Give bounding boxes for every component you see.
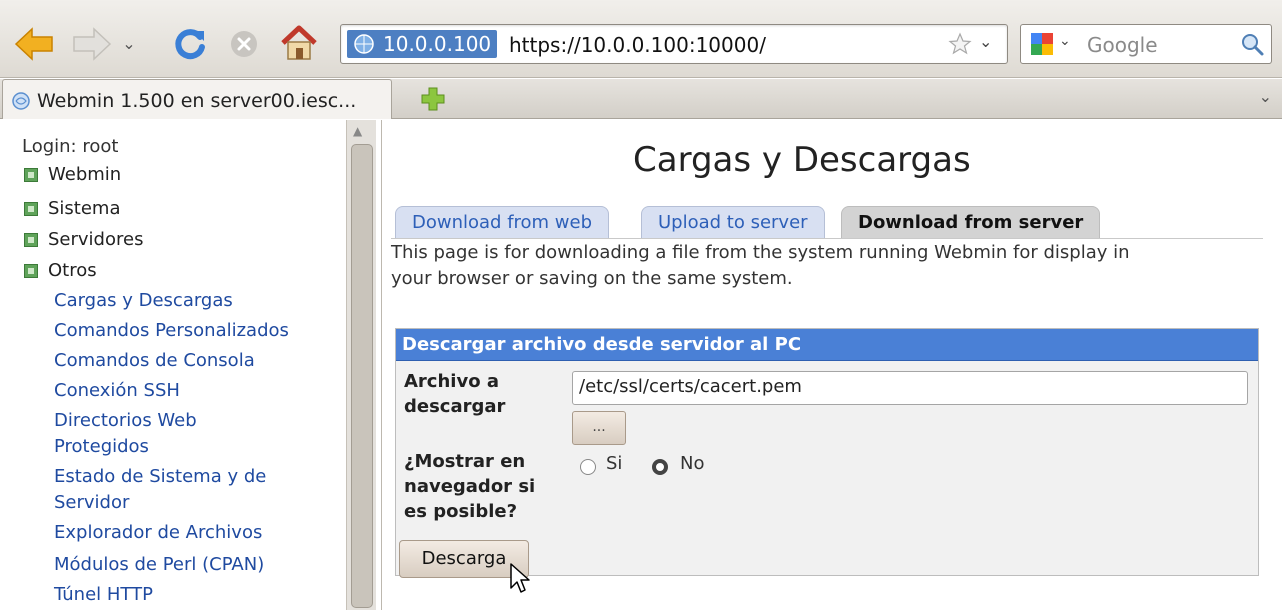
stop-icon: [231, 31, 257, 57]
category-webmin[interactable]: Webmin: [24, 164, 121, 185]
new-tab-icon[interactable]: [420, 86, 446, 112]
module-estado-sistema-cont[interactable]: Servidor: [54, 490, 129, 516]
module-cargas-descargas[interactable]: Cargas y Descargas: [54, 288, 233, 314]
radio-si-label[interactable]: Si: [606, 453, 622, 474]
category-otros[interactable]: Otros: [24, 260, 97, 281]
address-bar[interactable]: 10.0.0.100 https://10.0.0.100:10000/ ⌄: [340, 24, 1008, 64]
file-path-input[interactable]: /etc/ssl/certs/cacert.pem: [572, 371, 1248, 405]
search-bar[interactable]: ⌄ Google: [1020, 24, 1272, 64]
tab-upload-to-server[interactable]: Upload to server: [641, 206, 825, 238]
radio-no[interactable]: [652, 459, 668, 475]
module-comandos-consola[interactable]: Comandos de Consola: [54, 348, 255, 374]
category-expand-icon: [24, 167, 38, 182]
label-line: descargar: [404, 396, 506, 417]
label-line: Archivo a: [404, 371, 499, 392]
back-button[interactable]: [14, 24, 54, 64]
forward-arrow-icon: [73, 27, 112, 61]
browser-tab-title: Webmin 1.500 en server00.iesc...: [37, 90, 357, 112]
site-identity-badge[interactable]: 10.0.0.100: [347, 30, 498, 58]
mouse-cursor-icon: [510, 563, 530, 593]
tab-list-icon[interactable]: ⌄: [1259, 87, 1272, 106]
module-directorios-web[interactable]: Directorios Web: [54, 408, 197, 434]
history-dropdown-button[interactable]: ⌄: [118, 30, 140, 56]
label-line: navegador si: [404, 476, 536, 497]
login-label: Login: root: [22, 136, 119, 157]
radio-si[interactable]: [580, 459, 596, 475]
site-identity-text: 10.0.0.100: [383, 32, 492, 56]
category-expand-icon: [24, 201, 38, 216]
page-description: This page is for downloading a file from…: [391, 240, 1259, 292]
reload-icon: [175, 29, 205, 60]
browse-file-button[interactable]: ...: [572, 411, 626, 445]
google-engine-icon[interactable]: [1029, 31, 1055, 57]
engine-dropdown-icon[interactable]: ⌄: [1059, 33, 1071, 49]
description-line: This page is for downloading a file from…: [391, 242, 1130, 263]
description-line: your browser or saving on the same syste…: [391, 268, 793, 289]
reload-button[interactable]: [172, 26, 208, 62]
download-form: Descargar archivo desde servidor al PC A…: [395, 328, 1259, 576]
form-header: Descargar archivo desde servidor al PC: [396, 329, 1258, 361]
left-scrollbar[interactable]: ▲: [346, 120, 376, 610]
scroll-up-icon[interactable]: ▲: [353, 124, 362, 138]
globe-icon: [354, 34, 374, 54]
category-collapse-icon: [24, 263, 38, 278]
forward-button[interactable]: [72, 24, 112, 64]
tab-download-from-server[interactable]: Download from server: [841, 206, 1101, 238]
module-comandos-personalizados[interactable]: Comandos Personalizados: [54, 318, 289, 344]
module-explorador-archivos[interactable]: Explorador de Archivos: [54, 520, 262, 546]
module-estado-sistema[interactable]: Estado de Sistema y de: [54, 464, 266, 490]
show-in-browser-label: ¿Mostrar en navegador si es posible?: [404, 449, 535, 524]
category-label: Servidores: [48, 229, 144, 250]
webmin-favicon-icon: [12, 92, 30, 110]
back-arrow-icon: [14, 27, 53, 61]
tab-divider: [391, 238, 1263, 239]
bookmark-star-icon[interactable]: [947, 31, 973, 57]
url-text[interactable]: https://10.0.0.100:10000/: [509, 33, 766, 57]
home-button[interactable]: [278, 22, 320, 64]
left-menu-frame: Login: root Webmin Sistema Servidores Ot…: [0, 120, 382, 610]
module-conexion-ssh[interactable]: Conexión SSH: [54, 378, 180, 404]
url-dropdown-icon[interactable]: ⌄: [979, 32, 992, 51]
stop-button[interactable]: [226, 26, 262, 62]
module-perl-cpan[interactable]: Módulos de Perl (CPAN): [54, 552, 264, 578]
radio-no-label[interactable]: No: [680, 453, 704, 474]
category-servidores[interactable]: Servidores: [24, 229, 143, 250]
tab-strip: Webmin 1.500 en server00.iesc... ⌄: [0, 79, 1282, 119]
file-field-label: Archivo a descargar: [404, 369, 505, 419]
category-expand-icon: [24, 232, 38, 247]
module-directorios-web-cont[interactable]: Protegidos: [54, 434, 149, 460]
search-placeholder[interactable]: Google: [1087, 33, 1158, 57]
module-tunel-http[interactable]: Túnel HTTP: [54, 582, 153, 608]
label-line: es posible?: [404, 501, 518, 522]
browser-tab[interactable]: Webmin 1.500 en server00.iesc...: [2, 79, 392, 119]
category-label: Webmin: [48, 164, 122, 185]
navigation-toolbar: ⌄ 10.0.0.100 https://10.0.0.100:10000/ ⌄…: [0, 0, 1282, 78]
main-content-frame: Cargas y Descargas Download from web Upl…: [383, 120, 1282, 610]
scrollbar-thumb[interactable]: [351, 144, 373, 608]
page-title: Cargas y Descargas: [633, 140, 971, 180]
label-line: ¿Mostrar en: [404, 451, 526, 472]
search-icon[interactable]: [1239, 31, 1265, 57]
category-sistema[interactable]: Sistema: [24, 198, 121, 219]
tab-download-from-web[interactable]: Download from web: [395, 206, 610, 238]
category-label: Otros: [48, 260, 97, 281]
home-icon: [281, 25, 317, 60]
chevron-down-icon: ⌄: [122, 33, 136, 53]
category-label: Sistema: [48, 198, 121, 219]
